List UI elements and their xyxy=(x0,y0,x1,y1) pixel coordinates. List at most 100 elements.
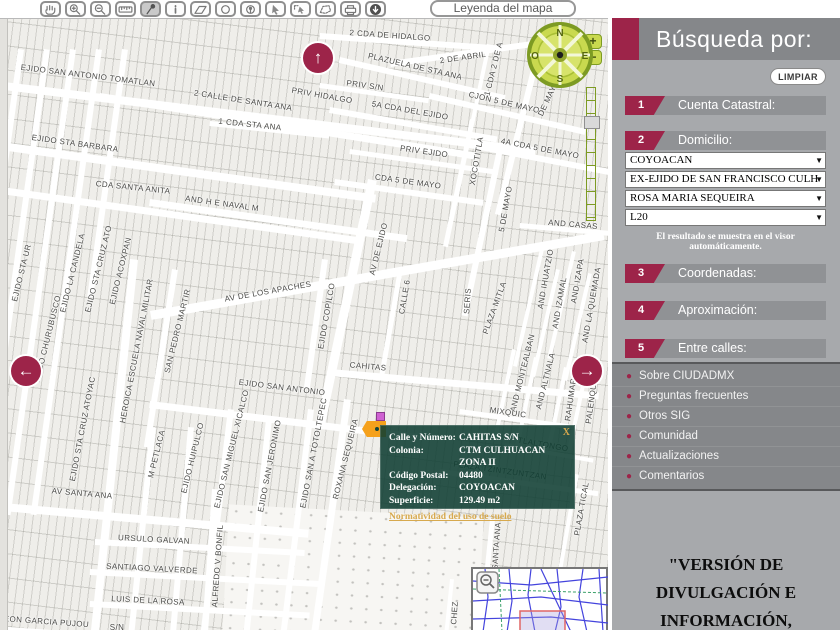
land-use-link[interactable]: Normatividad del uso de suelo xyxy=(389,510,511,524)
selection-point-marker xyxy=(376,412,385,421)
compass-south[interactable]: S xyxy=(557,74,564,85)
search-panel-body: LIMPIAR 1 Cuenta Catastral: 2 Domicilio: CO… xyxy=(612,60,840,362)
link-label: Comunidad xyxy=(639,430,698,442)
section-number-badge: 5 xyxy=(625,339,665,358)
zoom-out-tool-button[interactable] xyxy=(90,1,111,17)
chevron-down-icon: ▼ xyxy=(815,175,823,184)
popup-row: Delegación: COYOACAN xyxy=(389,482,568,495)
sidebar-link-actualizaciones[interactable]: ● Actualizaciones xyxy=(612,447,840,467)
zoom-in-tool-button[interactable] xyxy=(65,1,86,17)
section-number-badge: 2 xyxy=(625,131,665,150)
popup-row-value: CAHITAS S/N xyxy=(459,433,519,443)
popup-row-label: Código Postal: xyxy=(389,470,449,481)
zoom-slider[interactable] xyxy=(584,87,600,221)
popup-row: Colonia: CTM CULHUACAN ZONA II xyxy=(389,445,568,470)
pushpin-tool-button[interactable] xyxy=(140,1,161,17)
popup-row-value: 04480 xyxy=(459,470,483,481)
popup-row-label: Calle y Número: xyxy=(389,433,456,443)
select-value: COYOACAN xyxy=(630,154,693,166)
domicilio-select-2[interactable]: ROSA MARIA SEQUEIRA ▼ xyxy=(625,190,826,207)
chevron-down-icon: ▼ xyxy=(815,213,823,222)
popup-close-button[interactable]: X xyxy=(563,427,570,438)
sidebar-link-preguntas-frecuentes[interactable]: ● Preguntas frecuentes xyxy=(612,387,840,407)
sidebar-link-comunidad[interactable]: ● Comunidad xyxy=(612,427,840,447)
compass-north[interactable]: N xyxy=(556,28,563,39)
chevron-down-icon: ▼ xyxy=(815,194,823,203)
domicilio-select-3[interactable]: L20 ▼ xyxy=(625,209,826,226)
popup-row-label: Superficie: xyxy=(389,495,434,506)
eraser-tool-button[interactable] xyxy=(190,1,211,17)
bullet-icon: ● xyxy=(626,451,633,462)
map-viewport[interactable]: EJIDO SAN ANTONIO TOMATLAN 2 CALLE DE SAN… xyxy=(0,18,608,630)
pan-hand-tool-button[interactable] xyxy=(40,1,61,17)
section-label: Entre calles: xyxy=(678,341,747,355)
popup-row: Superficie: 129.49 m2 xyxy=(389,495,568,508)
section-number-badge: 1 xyxy=(625,96,665,115)
search-section-cuenta-catastral[interactable]: 1 Cuenta Catastral: xyxy=(625,96,826,115)
pan-left-button[interactable]: ← xyxy=(11,356,41,386)
link-label: Otros SIG xyxy=(639,410,691,422)
legend-button[interactable]: Leyenda del mapa xyxy=(430,0,576,17)
popup-row-label: Delegación: xyxy=(389,483,437,494)
chevron-down-icon: ▼ xyxy=(815,156,823,165)
print-tool-button[interactable] xyxy=(340,1,361,17)
measure-ruler-tool-button[interactable] xyxy=(115,1,136,17)
parcel-info-popup: X Calle y Número: CAHITAS S/N Colonia: CTM … xyxy=(380,425,575,522)
identify-info-tool-button[interactable] xyxy=(165,1,186,17)
bullet-icon: ● xyxy=(626,371,633,382)
multi-select-arrow-tool-button[interactable] xyxy=(290,1,311,17)
search-panel: Búsqueda por: LIMPIAR 1 Cuenta Catastral:… xyxy=(612,18,840,630)
popup-row-value: COYOACAN xyxy=(459,483,515,494)
section-label: Aproximación: xyxy=(678,303,758,317)
minimap-zoom-out-button[interactable] xyxy=(476,571,499,594)
compass-rose[interactable]: N S E O xyxy=(521,19,599,99)
street-label: CHEZ xyxy=(449,600,460,625)
compass-east[interactable]: E xyxy=(582,51,589,62)
ciudadmx-gis-app: Leyenda del mapa EJIDO SAN ANTONIO TOMAT… xyxy=(0,0,840,630)
pan-up-button[interactable]: ↑ xyxy=(303,43,333,73)
search-panel-header: Búsqueda por: xyxy=(612,18,840,60)
header-accent-block xyxy=(612,18,639,60)
search-section-coordenadas[interactable]: 3 Coordenadas: xyxy=(625,264,826,283)
link-label: Sobre CIUDADMX xyxy=(639,370,735,382)
bullet-icon: ● xyxy=(626,471,633,482)
section-label: Cuenta Catastral: xyxy=(678,98,776,112)
sidebar-link-otros-sig[interactable]: ● Otros SIG xyxy=(612,407,840,427)
clear-button[interactable]: LIMPIAR xyxy=(770,68,826,85)
polygon-select-tool-button[interactable] xyxy=(315,1,336,17)
sidebar-links: ● Sobre CIUDADMX ● Preguntas frecuentes ● Otr… xyxy=(612,362,840,491)
pan-right-button[interactable]: → xyxy=(572,356,602,386)
section-number-badge: 3 xyxy=(625,264,665,283)
link-label: Preguntas frecuentes xyxy=(639,390,749,402)
minimap-extent-rectangle[interactable] xyxy=(519,610,566,630)
select-arrow-tool-button[interactable] xyxy=(265,1,286,17)
popup-row: Código Postal: 04480 xyxy=(389,470,568,483)
map-left-edge xyxy=(0,19,8,630)
sidebar-link-sobre-ciudadmx[interactable]: ● Sobre CIUDADMX xyxy=(612,367,840,387)
popup-row-label: Colonia: xyxy=(389,445,424,456)
select-value: ROSA MARIA SEQUEIRA xyxy=(630,192,755,204)
bullet-icon: ● xyxy=(626,411,633,422)
compass-west[interactable]: O xyxy=(531,51,539,62)
popup-row-value: CTM CULHUACAN ZONA II xyxy=(459,445,546,469)
link-label: Actualizaciones xyxy=(639,450,719,462)
zoom-slider-handle[interactable] xyxy=(584,116,600,129)
overview-minimap[interactable] xyxy=(471,567,608,630)
popup-row-value: 129.49 m2 xyxy=(459,495,501,506)
domicilio-select-0[interactable]: COYOACAN ▼ xyxy=(625,152,826,169)
search-section-aproximaci-n[interactable]: 4 Aproximación: xyxy=(625,301,826,320)
domicilio-select-1[interactable]: EX-EJIDO DE SAN FRANCISCO CULH ▼ xyxy=(625,171,826,188)
panel-title: Búsqueda por: xyxy=(656,26,813,52)
buffer-point-tool-button[interactable] xyxy=(240,1,261,17)
sidebar-link-comentarios[interactable]: ● Comentarios xyxy=(612,467,840,486)
search-section-domicilio[interactable]: 2 Domicilio: xyxy=(625,131,826,150)
search-section-entre-calles[interactable]: 5 Entre calles: xyxy=(625,339,826,358)
link-label: Comentarios xyxy=(639,470,705,482)
domicilio-form: COYOACAN ▼ EX-EJIDO DE SAN FRANCISCO CULH ▼… xyxy=(625,152,826,252)
bullet-icon: ● xyxy=(626,431,633,442)
circle-select-tool-button[interactable] xyxy=(215,1,236,17)
download-tool-button[interactable] xyxy=(365,1,386,17)
section-label: Domicilio: xyxy=(678,133,733,147)
section-label: Coordenadas: xyxy=(678,266,757,280)
street-label: S/N xyxy=(109,623,125,630)
